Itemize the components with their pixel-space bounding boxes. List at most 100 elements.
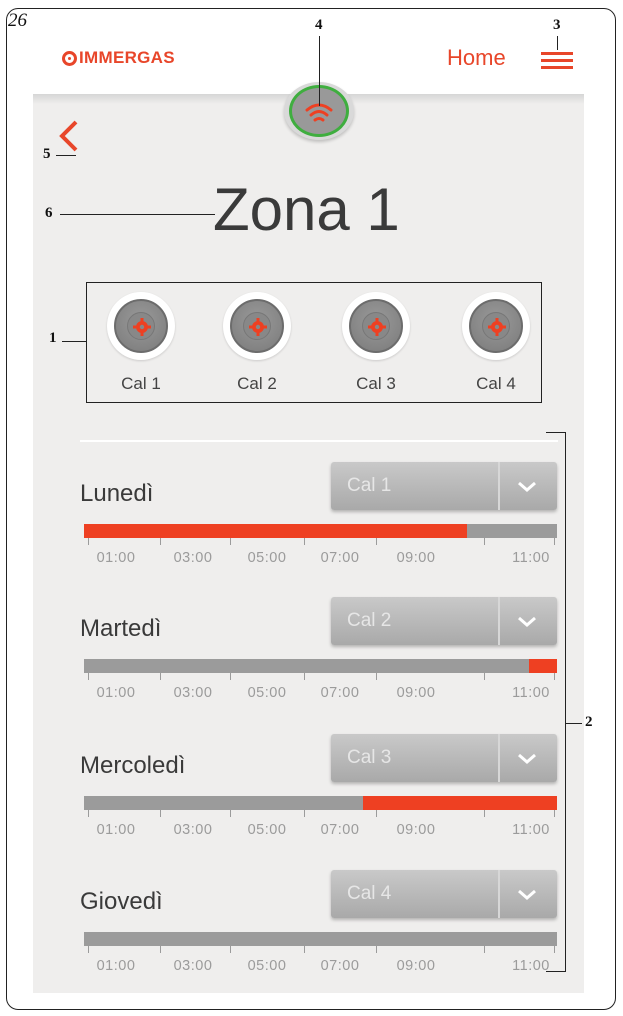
time-tick <box>230 673 231 680</box>
time-tick <box>160 810 161 817</box>
time-tick <box>160 538 161 545</box>
time-label: 05:00 <box>247 550 287 566</box>
calendar-label: Cal 3 <box>356 374 396 393</box>
zone-title: Zona 1 <box>213 176 400 243</box>
time-tick <box>304 946 305 953</box>
immergas-logo-icon <box>62 50 77 66</box>
home-link[interactable]: Home <box>447 45 506 71</box>
calendar-button-4[interactable]: Cal 4 <box>460 292 532 394</box>
page-number: 26 <box>8 10 27 31</box>
calendar-label: Cal 2 <box>237 374 277 393</box>
time-label: 07:00 <box>320 685 360 701</box>
time-tick <box>88 946 89 953</box>
time-label: 03:00 <box>173 958 213 974</box>
chevron-down-icon <box>518 481 536 492</box>
section-divider <box>80 440 558 442</box>
time-ticks <box>80 946 558 958</box>
calendar-select[interactable]: Cal 2 <box>331 597 557 645</box>
time-tick <box>304 810 305 817</box>
time-label: 05:00 <box>247 822 287 838</box>
time-tick <box>376 810 377 817</box>
gear-icon <box>133 318 151 336</box>
chevron-down-icon <box>518 616 536 627</box>
schedule-active-segment <box>363 796 557 810</box>
calendar-select-value: Cal 4 <box>347 883 392 904</box>
time-tick <box>376 946 377 953</box>
time-label: 01:00 <box>96 685 136 701</box>
time-label: 07:00 <box>320 822 360 838</box>
day-row: Mercoledì Cal 3 01:00 03:00 05:00 07:00 09:0… <box>80 734 558 864</box>
brand-logo: IMMERGAS <box>62 48 175 68</box>
calendar-select[interactable]: Cal 3 <box>331 734 557 782</box>
schedule-active-segment <box>84 524 468 538</box>
time-ticks <box>80 810 558 822</box>
day-name: Martedì <box>80 615 162 642</box>
calendar-button-1[interactable]: Cal 1 <box>105 292 177 394</box>
calendar-select[interactable]: Cal 1 <box>331 462 557 510</box>
time-label: 01:00 <box>96 958 136 974</box>
callout-2-leader <box>566 723 582 725</box>
day-name: Giovedì <box>80 888 163 915</box>
schedule-bar[interactable] <box>84 932 557 946</box>
time-tick <box>376 538 377 545</box>
day-row: Martedì Cal 2 01:00 03:00 05:00 07:00 09:00 1… <box>80 597 558 727</box>
calendar-select-value: Cal 1 <box>347 475 392 496</box>
calendar-button-2[interactable]: Cal 2 <box>221 292 293 394</box>
time-labels: 01:00 03:00 05:00 07:00 09:00 11:00 <box>80 685 558 705</box>
callout-1-leader <box>62 341 86 343</box>
time-label: 07:00 <box>320 550 360 566</box>
time-tick <box>376 673 377 680</box>
time-label: 05:00 <box>247 958 287 974</box>
callout-3: 3 <box>553 17 561 33</box>
callout-2-bracket <box>546 432 566 972</box>
callout-5: 5 <box>43 146 51 162</box>
day-name: Lunedì <box>80 480 154 507</box>
chevron-down-icon <box>518 753 536 764</box>
time-tick <box>230 946 231 953</box>
calendar-select-value: Cal 3 <box>347 747 392 768</box>
callout-4-leader <box>319 36 321 106</box>
time-label: 01:00 <box>96 550 136 566</box>
time-tick <box>484 673 485 680</box>
callout-3-leader <box>557 36 559 50</box>
time-label: 05:00 <box>247 685 287 701</box>
calendar-select[interactable]: Cal 4 <box>331 870 557 918</box>
time-tick <box>88 673 89 680</box>
menu-icon[interactable] <box>541 49 573 71</box>
day-row: Lunedì Cal 1 01:00 03:00 05:00 07:00 09:00 11… <box>80 462 558 592</box>
time-tick <box>230 810 231 817</box>
gear-icon <box>488 318 506 336</box>
schedule-bar[interactable] <box>84 796 557 810</box>
time-label: 01:00 <box>96 822 136 838</box>
callout-5-leader <box>56 155 76 157</box>
time-labels: 01:00 03:00 05:00 07:00 09:00 11:00 <box>80 822 558 842</box>
time-tick <box>160 946 161 953</box>
time-label: 03:00 <box>173 822 213 838</box>
back-button[interactable] <box>54 118 84 154</box>
time-tick <box>160 673 161 680</box>
schedule-bar[interactable] <box>84 524 557 538</box>
time-label: 03:00 <box>173 550 213 566</box>
day-row: Giovedì Cal 4 01:00 03:00 05:00 07:00 09:00 1… <box>80 870 558 1000</box>
calendar-label: Cal 1 <box>121 374 161 393</box>
time-tick <box>88 538 89 545</box>
time-label: 09:00 <box>396 685 436 701</box>
callout-6: 6 <box>45 205 53 221</box>
time-ticks <box>80 538 558 550</box>
gear-icon <box>249 318 267 336</box>
callout-6-leader <box>60 214 215 216</box>
time-tick <box>484 946 485 953</box>
schedule-bar[interactable] <box>84 659 557 673</box>
day-name: Mercoledì <box>80 752 186 779</box>
calendar-label: Cal 4 <box>476 374 516 393</box>
callout-1: 1 <box>49 330 57 346</box>
time-tick <box>230 538 231 545</box>
time-tick <box>304 538 305 545</box>
callout-2: 2 <box>585 714 593 730</box>
calendar-select-value: Cal 2 <box>347 610 392 631</box>
chevron-down-icon <box>518 889 536 900</box>
time-label: 09:00 <box>396 550 436 566</box>
time-label: 09:00 <box>396 958 436 974</box>
calendar-button-3[interactable]: Cal 3 <box>340 292 412 394</box>
time-label: 09:00 <box>396 822 436 838</box>
